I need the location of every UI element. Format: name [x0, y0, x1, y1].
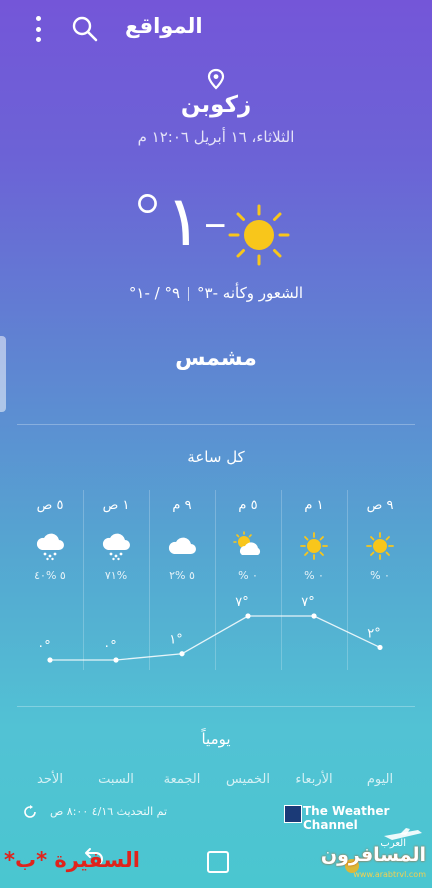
page-title: المواقع [125, 14, 203, 38]
divider [17, 706, 415, 707]
weather-channel-logo [284, 805, 302, 823]
watermark-text: السفيرة *ب* [4, 848, 140, 872]
sun-icon [365, 531, 395, 561]
daily-day[interactable]: الأربعاء [281, 772, 347, 787]
temperature-label: ٧° [235, 595, 248, 610]
hour-label: ١ م [304, 498, 324, 513]
temperature-label: ٠° [103, 639, 116, 654]
watermark-url: www.arabtrvl.com [353, 870, 426, 879]
daily-day[interactable]: الأحد [17, 772, 83, 787]
date-time: الثلاثاء، ١٦ أبريل ١٢:٠٦ م [137, 128, 295, 146]
temperature-label: ٠° [37, 639, 50, 654]
precipitation: ٠ % [304, 569, 324, 582]
refresh-icon[interactable] [22, 804, 38, 820]
snow-cloud-icon [101, 531, 131, 561]
hourly-title: كل ساعة [187, 448, 245, 466]
precipitation: ٠ % [370, 569, 390, 582]
divider [188, 286, 190, 301]
hour-label: ٥ ص [36, 498, 64, 513]
sun-icon [299, 531, 329, 561]
temperature-point [113, 657, 119, 663]
temperature-label: ٧° [301, 595, 314, 610]
hour-label: ٩ ص [366, 498, 394, 513]
cloud-icon [167, 531, 197, 561]
temperature-label: ١° [169, 633, 182, 648]
home-button[interactable] [207, 851, 229, 873]
hour-label: ٩ م [172, 498, 192, 513]
temperature-details: الشعور وكأنه -٣° ٩° / -١° [0, 284, 432, 302]
update-time: تم التحديث ٤/١٦ ٨:٠٠ ص [50, 805, 168, 818]
location-pin-icon [207, 68, 225, 90]
temperature-point [245, 613, 251, 619]
sun-icon [228, 204, 290, 266]
partly-cloudy-icon [233, 531, 263, 561]
high-low: ٩° / -١° [128, 284, 181, 302]
precipitation: %٧١ [104, 569, 128, 582]
daily-title: يومياً [201, 730, 231, 748]
feels-like: الشعور وكأنه -٣° [197, 284, 304, 302]
city-name: زكوبن [180, 92, 252, 118]
daily-day[interactable]: الخميس [215, 772, 281, 787]
daily-day[interactable]: السبت [83, 772, 149, 787]
temperature-point [179, 651, 185, 657]
temperature-label: ٢° [367, 626, 380, 641]
temperature-point [377, 644, 383, 651]
divider [17, 424, 415, 425]
hour-label: ٥ م [238, 498, 258, 513]
precipitation: ٠ % [238, 569, 258, 582]
watermark-logo: العرب المسافرون www.arabtrvl.com [320, 826, 428, 880]
more-options-icon[interactable] [30, 16, 46, 42]
daily-day[interactable]: الجمعة [149, 772, 215, 787]
temperature-line [50, 615, 381, 661]
top-bar: المواقع [0, 0, 432, 60]
temperature-point [311, 613, 317, 619]
precipitation: ٥ %٢ [169, 569, 195, 582]
snow-cloud-icon [35, 531, 65, 561]
current-temperature: -١° [130, 180, 228, 262]
daily-day[interactable]: اليوم [347, 772, 413, 787]
temperature-point [47, 657, 53, 663]
search-icon[interactable] [70, 14, 100, 44]
weather-condition: مشمس [175, 346, 257, 371]
watermark-main: المسافرون [320, 844, 426, 866]
hour-label: ١ ص [102, 498, 130, 513]
hourly-temperature-graph: ٢° ٧° ٧° ١° ٠° ٠° [37, 595, 383, 663]
precipitation: ٥ %٤٠ [34, 569, 66, 582]
